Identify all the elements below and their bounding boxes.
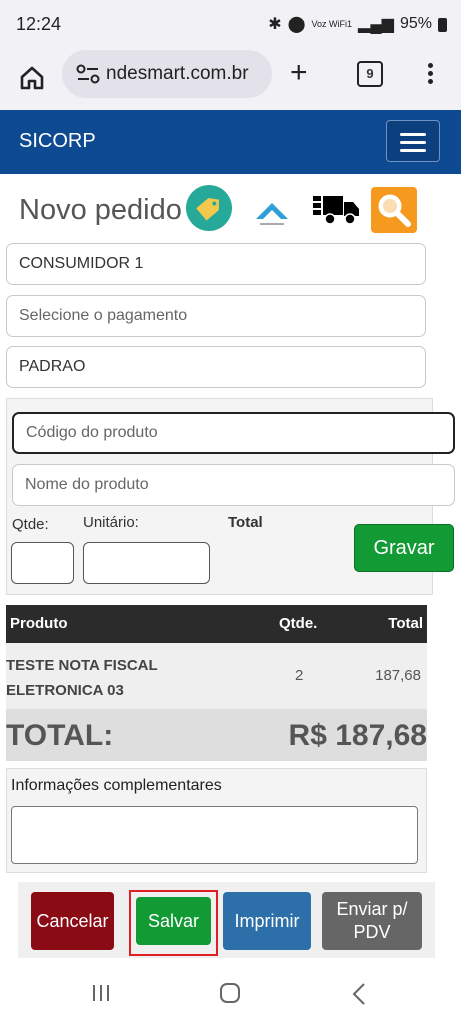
status-bar: 12:24 ✱ ⬤ Voz WiFi1 ▂▄▆ 95%	[0, 0, 461, 50]
browser-menu-icon[interactable]	[420, 60, 440, 90]
print-button[interactable]: Imprimir	[223, 892, 311, 950]
customer-field[interactable]: CONSUMIDOR 1	[6, 243, 426, 285]
unit-price-label: Unitário:	[83, 514, 139, 531]
row-product: TESTE NOTA FISCAL ELETRONICA 03	[6, 657, 158, 699]
complementary-info-label: Informações complementares	[11, 777, 222, 794]
complementary-info-panel: Informações complementares	[6, 768, 427, 873]
battery-percent: 95%	[399, 15, 432, 32]
bluetooth-icon: ✱	[268, 16, 282, 33]
row-qty: 2	[295, 667, 304, 684]
items-table-header: Produto Qtde. Total	[6, 605, 427, 643]
app-title[interactable]: SICORP	[19, 130, 96, 153]
product-name-input[interactable]: Nome do produto	[12, 464, 455, 506]
status-time: 12:24	[16, 14, 62, 34]
discount-tag-icon[interactable]	[186, 185, 232, 231]
action-bar: Cancelar Salvar Imprimir Enviar p/ PDV	[18, 882, 435, 958]
page-title: Novo pedido	[19, 194, 182, 226]
send-to-pdv-button[interactable]: Enviar p/ PDV	[322, 892, 422, 950]
row-total: 187,68	[375, 667, 421, 684]
battery-icon	[438, 18, 447, 32]
qty-label: Qtde:	[12, 516, 49, 533]
column-total: Total	[388, 615, 423, 632]
wifi-calling-icon: Voz WiFi1	[311, 18, 353, 29]
browser-toolbar: ndesmart.com.br + 9	[0, 50, 461, 110]
home-nav-icon[interactable]	[220, 983, 240, 1003]
unit-price-input[interactable]	[83, 542, 210, 584]
app-header: SICORP	[0, 110, 461, 174]
price-table-field[interactable]: PADRAO	[6, 346, 426, 388]
hamburger-menu-icon[interactable]	[386, 120, 440, 162]
add-item-button[interactable]: Gravar	[354, 524, 454, 572]
address-bar[interactable]: ndesmart.com.br	[62, 50, 272, 98]
product-code-input[interactable]: Código do produto	[12, 412, 455, 454]
new-tab-button[interactable]: +	[290, 58, 308, 88]
system-nav-bar	[0, 962, 461, 1024]
qty-input[interactable]	[11, 542, 74, 584]
table-row[interactable]: TESTE NOTA FISCAL ELETRONICA 03 2 187,68	[6, 643, 427, 709]
column-product: Produto	[10, 615, 68, 632]
status-icons: ✱ ⬤ Voz WiFi1 ▂▄▆ 95%	[268, 14, 447, 34]
cancel-button[interactable]: Cancelar	[31, 892, 114, 950]
order-total-value: R$ 187,68	[288, 719, 427, 752]
search-icon[interactable]	[371, 187, 417, 233]
location-icon: ⬤	[287, 16, 306, 33]
order-total-label: TOTAL:	[6, 719, 114, 752]
site-settings-icon[interactable]	[76, 63, 100, 85]
back-icon[interactable]	[352, 982, 366, 1006]
collapse-up-icon[interactable]	[252, 195, 292, 227]
signal-icon: ▂▄▆	[358, 16, 394, 33]
complementary-info-textarea[interactable]	[11, 806, 418, 864]
url-text: ndesmart.com.br	[106, 63, 249, 84]
column-qty: Qtde.	[279, 615, 318, 632]
save-button[interactable]: Salvar	[136, 897, 211, 945]
product-entry-panel: Código do produto Nome do produto Qtde: …	[6, 398, 455, 595]
payment-select[interactable]: Selecione o pagamento	[6, 295, 426, 337]
home-icon[interactable]	[18, 64, 46, 92]
recent-apps-icon[interactable]	[91, 984, 111, 1002]
order-total-bar: TOTAL: R$ 187,68	[6, 709, 427, 761]
delivery-truck-icon[interactable]	[312, 192, 360, 226]
total-label: Total	[228, 514, 263, 531]
tab-switcher-button[interactable]: 9	[357, 61, 383, 87]
